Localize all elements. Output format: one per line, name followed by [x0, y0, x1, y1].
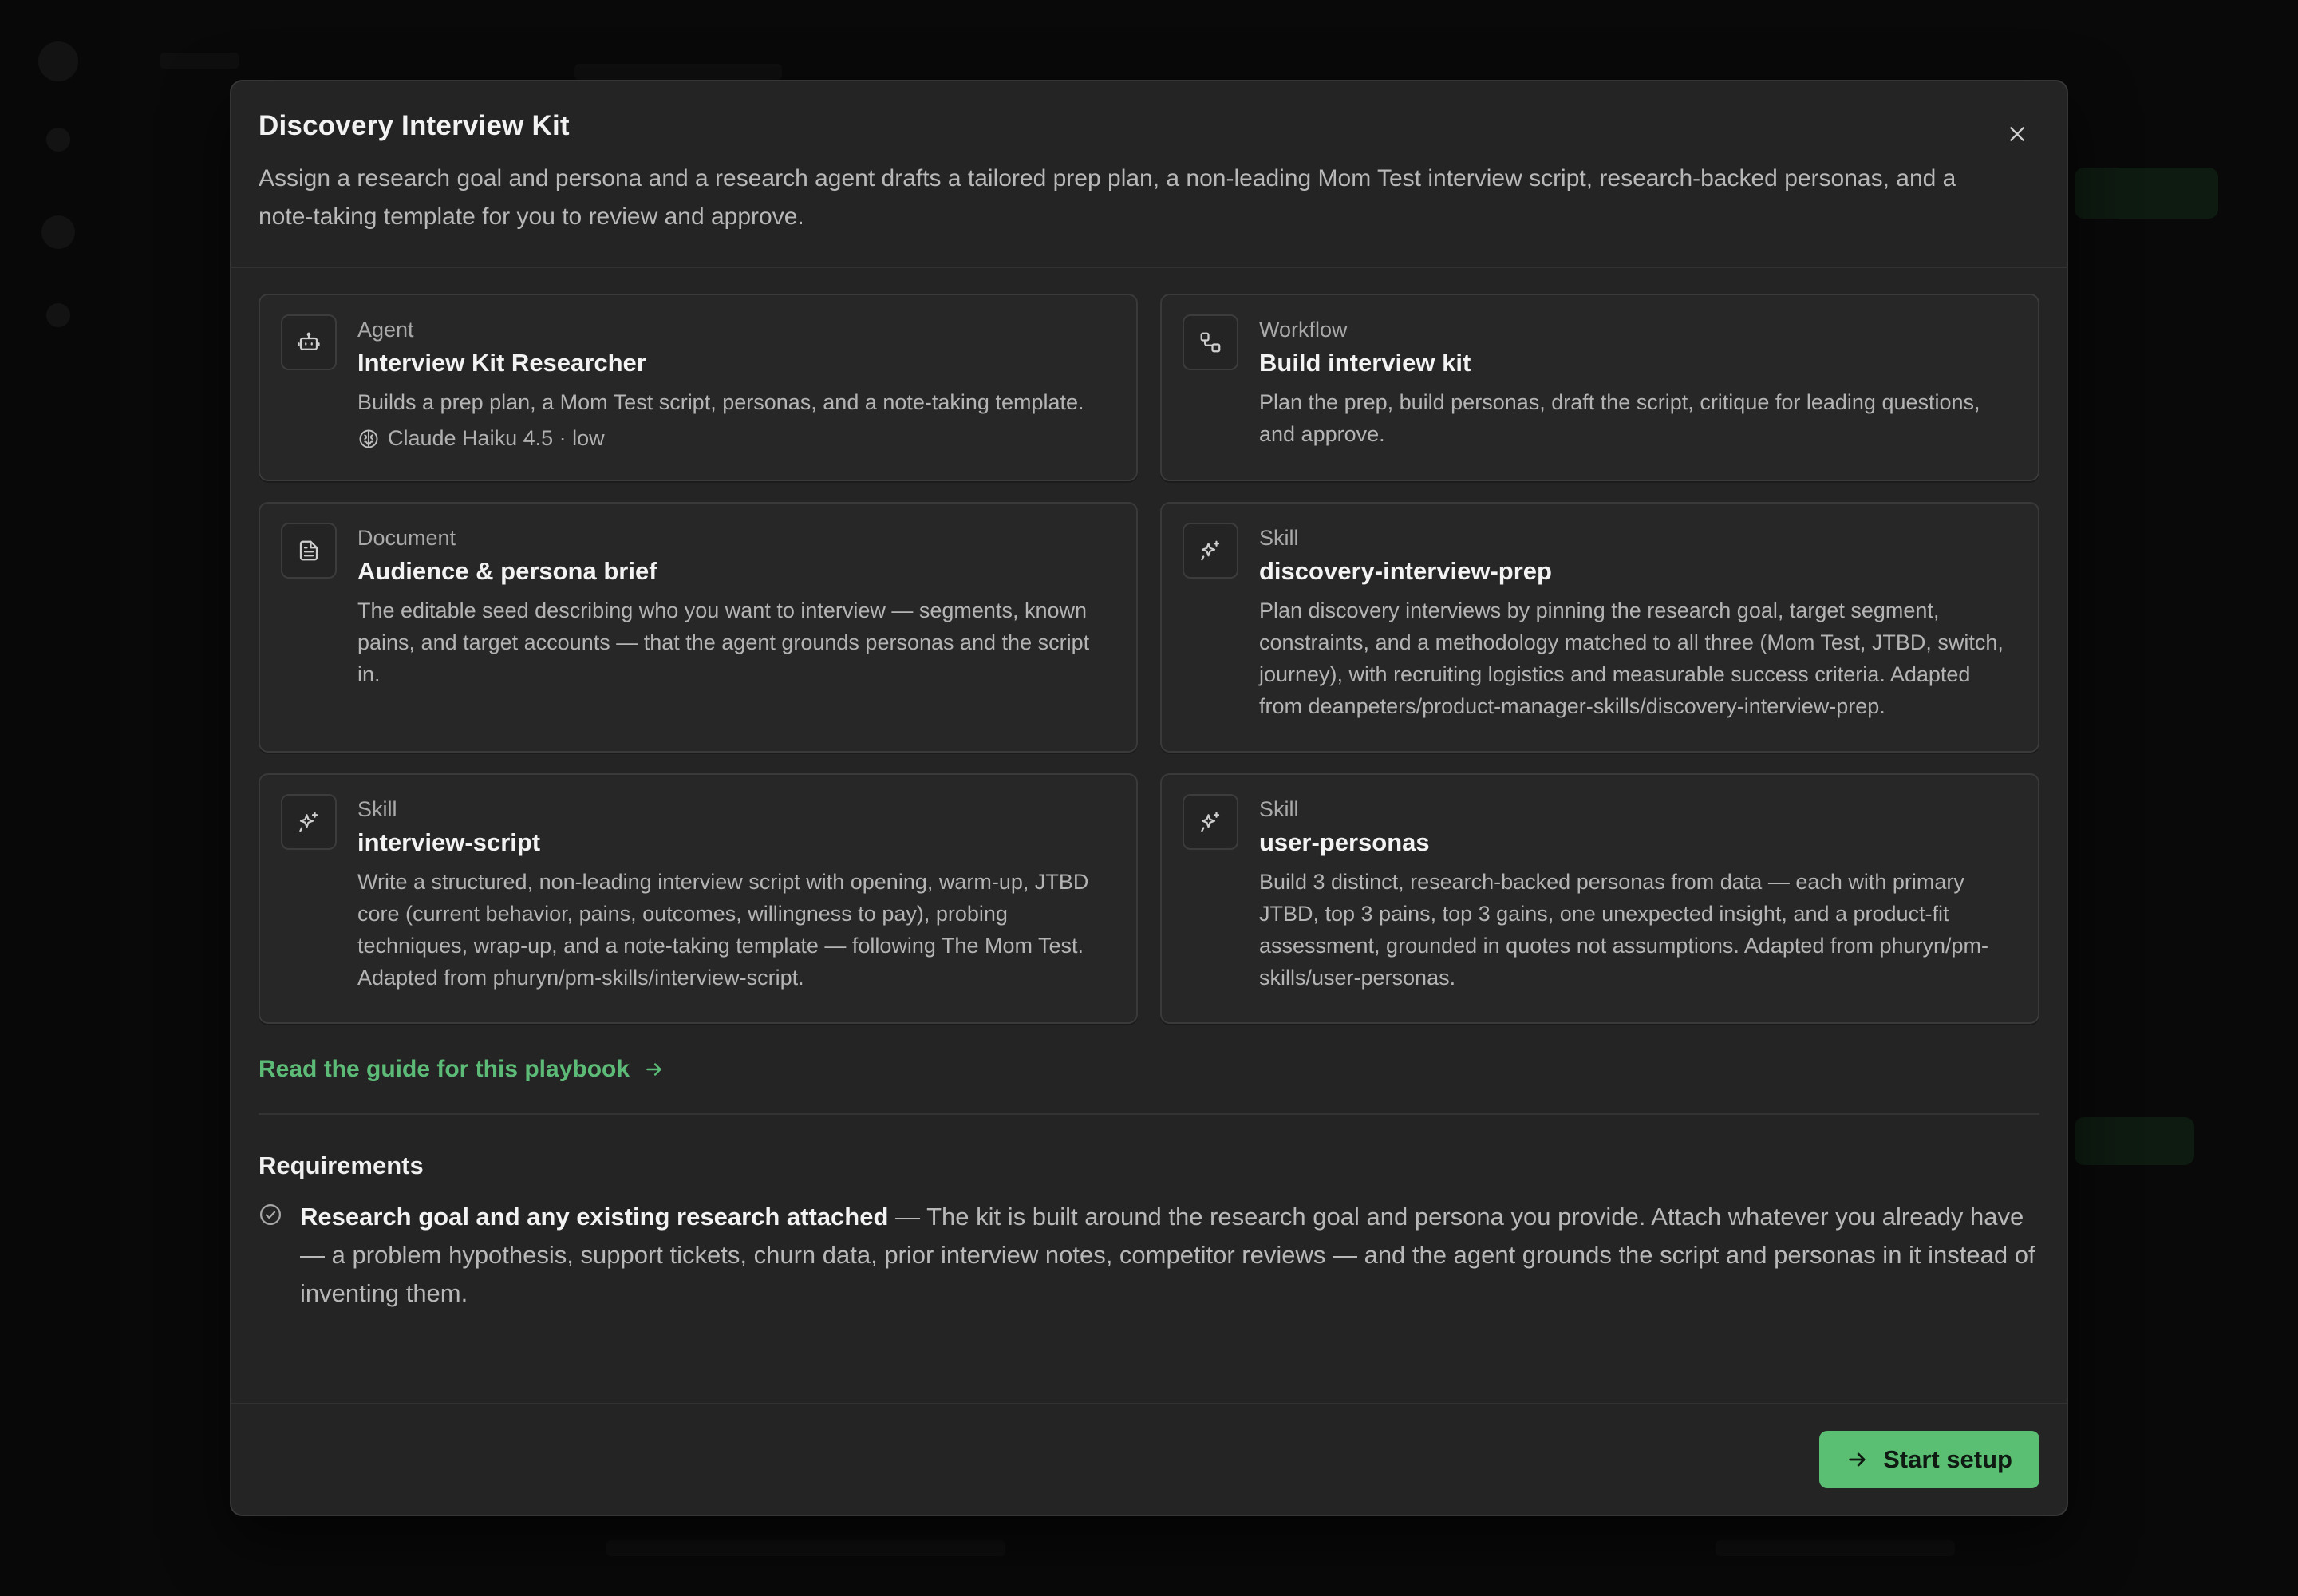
sparkle-icon: [1201, 540, 1220, 561]
sparkle-icon: [1201, 812, 1220, 832]
arrow-right-icon: [1849, 1452, 1866, 1467]
card-kind: Skill: [1259, 526, 1299, 550]
playbook-modal: Discovery Interview Kit Assign a researc…: [230, 80, 2068, 1516]
card-name: user-personas: [1259, 828, 1430, 856]
modal-description: Assign a research goal and persona and a…: [259, 165, 1956, 230]
card-icon-box: [1183, 523, 1238, 579]
model-label: Claude Haiku 4.5 · low: [388, 426, 605, 450]
section-divider: [259, 1113, 2039, 1115]
modal-title: Discovery Interview Kit: [259, 110, 570, 141]
card-kind: Workflow: [1259, 318, 1348, 342]
model-info: Claude Haiku 4.5 · low: [357, 426, 1115, 451]
component-card-skill[interactable]: Skill user-personas Build 3 distinct, re…: [1160, 773, 2039, 1024]
component-card-workflow[interactable]: Workflow Build interview kit Plan the pr…: [1160, 294, 2039, 481]
card-name: Audience & persona brief: [357, 557, 657, 585]
component-card-agent[interactable]: Agent Interview Kit Researcher Builds a …: [259, 294, 1138, 481]
card-description: Write a structured, non-leading intervie…: [357, 870, 1089, 990]
guide-link-label: Read the guide for this playbook: [259, 1056, 630, 1082]
card-icon-box: [281, 314, 337, 370]
card-kind: Skill: [357, 797, 397, 821]
workflow-icon: [1200, 332, 1221, 353]
card-description: Plan the prep, build personas, draft the…: [1259, 390, 1980, 446]
card-description: Build 3 distinct, research-backed person…: [1259, 870, 1989, 990]
card-kind: Skill: [1259, 797, 1299, 821]
card-name: Build interview kit: [1259, 349, 1471, 377]
start-setup-button[interactable]: Start setup: [1819, 1431, 2039, 1488]
card-icon-box: [1183, 314, 1238, 370]
component-grid: Agent Interview Kit Researcher Builds a …: [259, 294, 2039, 1024]
component-card-skill[interactable]: Skill interview-script Write a structure…: [259, 773, 1138, 1024]
agent-robot-icon: [298, 332, 320, 350]
requirement-item: Research goal and any existing research …: [259, 1198, 2039, 1313]
document-icon: [299, 540, 318, 561]
card-kind: Agent: [357, 318, 414, 342]
modal-footer: Start setup: [231, 1403, 2067, 1515]
guide-link[interactable]: Read the guide for this playbook: [259, 1056, 665, 1083]
card-kind: Document: [357, 526, 456, 550]
requirement-text: Research goal and any existing research …: [300, 1198, 2039, 1313]
card-description: Plan discovery interviews by pinning the…: [1259, 598, 2004, 718]
component-card-skill[interactable]: Skill discovery-interview-prep Plan disc…: [1160, 502, 2039, 753]
requirements-title: Requirements: [259, 1152, 424, 1179]
requirement-name: Research goal and any existing research …: [300, 1203, 889, 1231]
card-name: interview-script: [357, 828, 541, 856]
card-icon-box: [281, 794, 337, 850]
close-button[interactable]: [2000, 117, 2035, 152]
start-setup-label: Start setup: [1883, 1445, 2012, 1473]
close-icon: [2010, 127, 2024, 141]
card-description: The editable seed describing who you wan…: [357, 598, 1090, 686]
modal-body: Agent Interview Kit Researcher Builds a …: [231, 268, 2067, 1313]
modal-header: Discovery Interview Kit Assign a researc…: [231, 81, 2067, 268]
card-icon-box: [281, 523, 337, 579]
card-name: Interview Kit Researcher: [357, 349, 646, 377]
check-circle-icon: [260, 1204, 281, 1225]
arrow-right-icon: [646, 1063, 661, 1076]
brain-icon: [359, 429, 378, 448]
component-card-document[interactable]: Document Audience & persona brief The ed…: [259, 502, 1138, 753]
card-description: Builds a prep plan, a Mom Test script, p…: [357, 390, 1084, 414]
sparkle-icon: [299, 812, 318, 832]
card-name: discovery-interview-prep: [1259, 557, 1552, 585]
card-icon-box: [1183, 794, 1238, 850]
